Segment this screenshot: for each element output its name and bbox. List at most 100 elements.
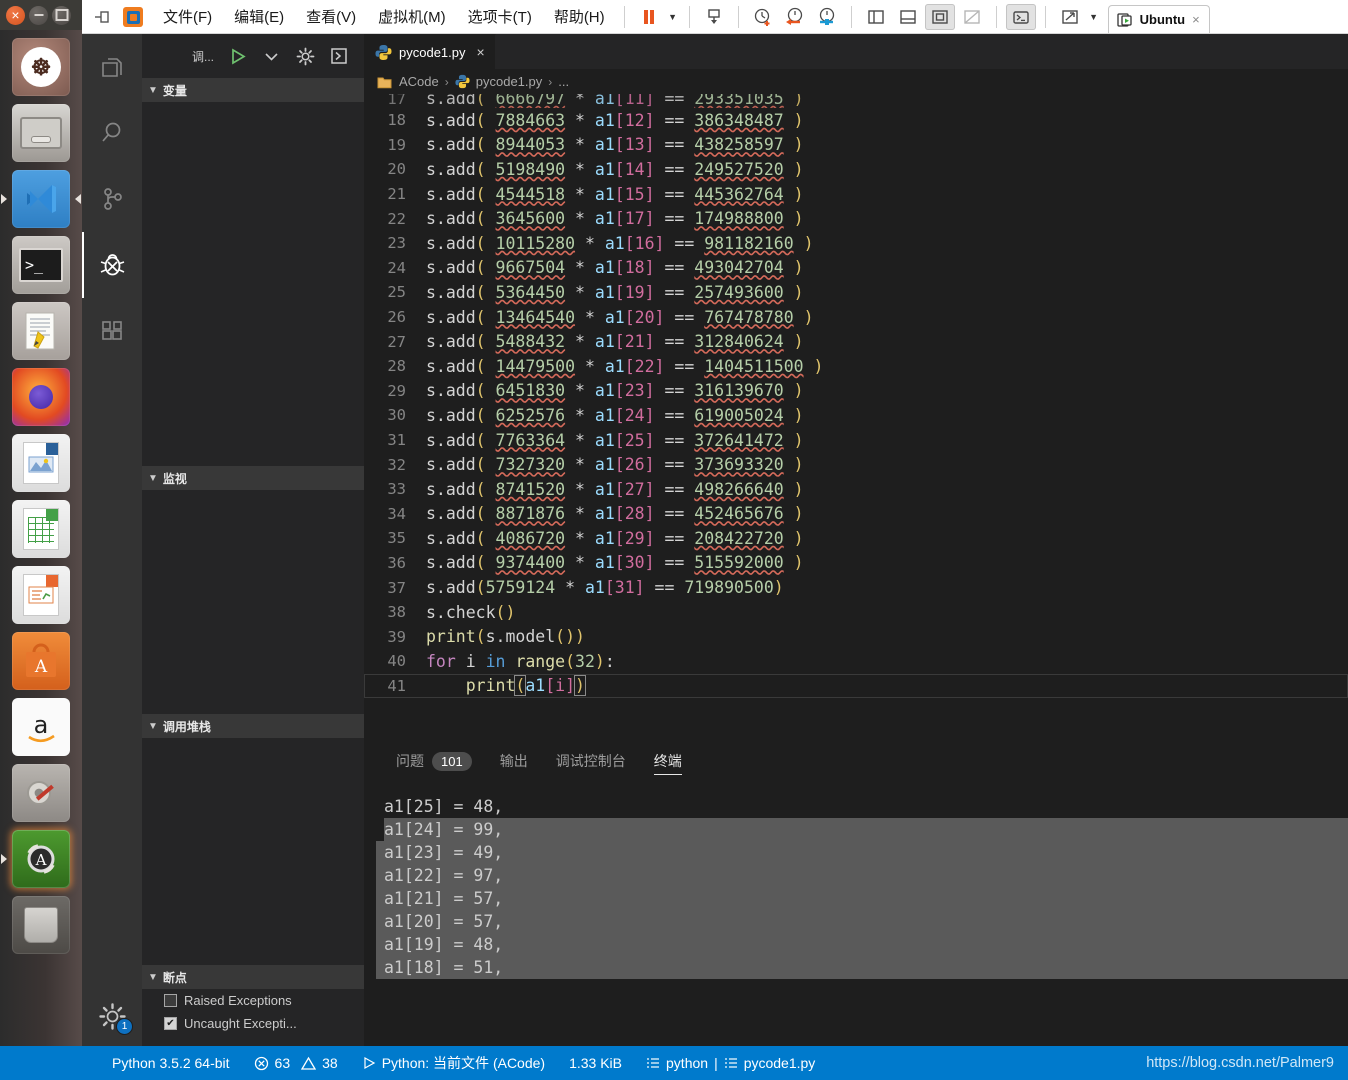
breakpoint-row[interactable]: Uncaught Excepti... — [142, 1012, 364, 1035]
maximize-button[interactable] — [52, 5, 71, 25]
suspend-icon[interactable] — [634, 4, 664, 30]
launcher-item-software-updater[interactable]: A — [12, 830, 70, 888]
code-line[interactable]: 22 s.add( 3645600 * a1[17] == 174988800 ) — [364, 206, 1348, 231]
launcher-item-libreoffice-calc[interactable] — [12, 500, 70, 558]
launcher-item-firefox[interactable] — [12, 368, 70, 426]
menu-view[interactable]: 查看(V) — [295, 2, 367, 31]
code-line[interactable]: 21 s.add( 4544518 * a1[15] == 445362764 ) — [364, 182, 1348, 207]
panel-tab-debug-console[interactable]: 调试控制台 — [542, 739, 640, 783]
code-line[interactable]: 31 s.add( 7763364 * a1[25] == 372641472 ) — [364, 428, 1348, 453]
launcher-item-text-editor[interactable] — [12, 302, 70, 360]
launcher-item-files[interactable] — [12, 104, 70, 162]
sidebar-layout-icon[interactable] — [861, 4, 891, 30]
launcher-item-trash[interactable] — [12, 896, 70, 954]
unpin-sidebar-icon[interactable] — [90, 4, 116, 30]
section-header-variables[interactable]: ▼ 变量 — [142, 78, 364, 102]
code-line[interactable]: 29 s.add( 6451830 * a1[23] == 316139670 ) — [364, 379, 1348, 404]
terminal-output[interactable]: a1[25] = 48, a1[24] = 99, a1[23] = 49, a1[2… — [364, 783, 1348, 979]
code-line[interactable]: 26 s.add( 13464540 * a1[20] == 767478780 … — [364, 305, 1348, 330]
breakpoint-checkbox[interactable] — [164, 994, 177, 1007]
status-filesize[interactable]: 1.33 KiB — [557, 1055, 634, 1071]
activity-item-search[interactable] — [82, 100, 142, 166]
snapshot-revert-icon[interactable] — [780, 4, 810, 30]
code-line[interactable]: 35 s.add( 4086720 * a1[29] == 208422720 ) — [364, 526, 1348, 551]
libreoffice-calc-icon — [23, 508, 59, 550]
breadcrumb-folder[interactable]: ACode — [399, 74, 439, 89]
bottom-layout-icon[interactable] — [893, 4, 923, 30]
snapshot-manager-icon[interactable] — [812, 4, 842, 30]
status-run-config[interactable]: Python: 当前文件 (ACode) — [350, 1053, 557, 1073]
stretch-dropdown-caret[interactable]: ▼ — [1086, 4, 1102, 30]
code-line[interactable]: 30 s.add( 6252576 * a1[24] == 619005024 ) — [364, 403, 1348, 428]
launcher-item-vscode[interactable] — [12, 170, 70, 228]
code-line[interactable]: 20 s.add( 5198490 * a1[14] == 249527520 ) — [364, 157, 1348, 182]
debug-config-label[interactable]: 调... — [192, 48, 214, 65]
minimize-button[interactable] — [29, 5, 48, 25]
code-line[interactable]: 36 s.add( 9374400 * a1[30] == 515592000 ) — [364, 551, 1348, 576]
activity-item-manage[interactable]: 1 — [82, 986, 142, 1046]
panel-tab-terminal[interactable]: 终端 — [640, 739, 696, 783]
code-line[interactable]: 25 s.add( 5364450 * a1[19] == 257493600 ) — [364, 280, 1348, 305]
status-language[interactable]: python | pycode1.py — [634, 1055, 827, 1071]
debug-config-dropdown[interactable] — [254, 42, 288, 70]
launcher-item-libreoffice-draw[interactable] — [12, 434, 70, 492]
debug-start-button[interactable] — [220, 42, 254, 70]
code-line[interactable]: 37 s.add(5759124 * a1[31] == 719890500) — [364, 575, 1348, 600]
code-line[interactable]: 34 s.add( 8871876 * a1[28] == 452465676 ) — [364, 502, 1348, 527]
code-editor[interactable]: 17 s.add( 6666797 * a1[11] == 293351035 )… — [364, 94, 1348, 739]
section-header-breakpoints[interactable]: ▼ 断点 — [142, 965, 364, 989]
launcher-item-amazon[interactable]: a — [12, 698, 70, 756]
breadcrumb-file[interactable]: pycode1.py — [476, 74, 543, 89]
code-line[interactable]: 24 s.add( 9667504 * a1[18] == 493042704 ) — [364, 256, 1348, 281]
code-line[interactable]: 40 for i in range(32): — [364, 649, 1348, 674]
launcher-item-libreoffice-impress[interactable] — [12, 566, 70, 624]
status-problems[interactable]: 63 38 — [242, 1055, 350, 1071]
editor-tab-pycode1[interactable]: pycode1.py × — [364, 34, 496, 69]
section-header-watch[interactable]: ▼ 监视 — [142, 466, 364, 490]
breadcrumb-more[interactable]: ... — [558, 74, 569, 89]
code-line[interactable]: 19 s.add( 8944053 * a1[13] == 438258597 ) — [364, 133, 1348, 158]
console-icon[interactable] — [1005, 3, 1036, 30]
close-icon[interactable]: × — [477, 44, 485, 60]
breakpoint-checkbox[interactable] — [164, 1017, 177, 1030]
close-button[interactable] — [6, 5, 25, 25]
launcher-item-system-settings[interactable] — [12, 764, 70, 822]
snapshot-take-icon[interactable] — [748, 4, 778, 30]
code-line[interactable]: 41 print(a1[i]) — [364, 674, 1348, 699]
code-line[interactable]: 33 s.add( 8741520 * a1[27] == 498266640 ) — [364, 477, 1348, 502]
breakpoint-row[interactable]: Raised Exceptions — [142, 989, 364, 1012]
activity-item-explorer[interactable] — [82, 34, 142, 100]
code-line[interactable]: 38 s.check() — [364, 600, 1348, 625]
code-line[interactable]: 18 s.add( 7884663 * a1[12] == 386348487 ) — [364, 108, 1348, 133]
launcher-item-ubuntu-software[interactable]: A — [12, 632, 70, 690]
unity-mode-icon[interactable] — [957, 4, 987, 30]
panel-tab-problems[interactable]: 问题 101 — [382, 739, 486, 783]
code-line[interactable]: 17 s.add( 6666797 * a1[11] == 293351035 ) — [364, 94, 1348, 108]
activity-item-debug[interactable] — [82, 232, 142, 298]
section-header-callstack[interactable]: ▼ 调用堆栈 — [142, 714, 364, 738]
code-line[interactable]: 28 s.add( 14479500 * a1[22] == 1404511500… — [364, 354, 1348, 379]
code-line[interactable]: 27 s.add( 5488432 * a1[21] == 312840624 ) — [364, 329, 1348, 354]
debug-settings-button[interactable] — [288, 42, 322, 70]
stretch-icon[interactable] — [1055, 4, 1085, 30]
launcher-item-ubuntu-dash[interactable]: ☸ — [12, 38, 70, 96]
menu-file[interactable]: 文件(F) — [152, 2, 223, 31]
launcher-item-terminal[interactable]: >_ — [12, 236, 70, 294]
code-line[interactable]: 23 s.add( 10115280 * a1[16] == 981182160 … — [364, 231, 1348, 256]
power-icon[interactable] — [699, 4, 729, 30]
menu-edit[interactable]: 编辑(E) — [223, 2, 295, 31]
menu-help[interactable]: 帮助(H) — [543, 2, 616, 31]
activity-item-source-control[interactable] — [82, 166, 142, 232]
open-debug-console-button[interactable] — [322, 42, 356, 70]
status-python-version[interactable]: Python 3.5.2 64-bit — [100, 1055, 242, 1071]
activity-item-extensions[interactable] — [82, 298, 142, 364]
suspend-dropdown-caret[interactable]: ▼ — [665, 4, 681, 30]
vm-tab-close-icon[interactable]: × — [1192, 12, 1200, 27]
panel-tab-output[interactable]: 输出 — [486, 739, 542, 783]
code-line[interactable]: 39 print(s.model()) — [364, 624, 1348, 649]
menu-tabs[interactable]: 选项卡(T) — [457, 2, 543, 31]
fullscreen-icon[interactable] — [924, 3, 955, 30]
vm-tab-ubuntu[interactable]: Ubuntu × — [1107, 5, 1210, 33]
code-line[interactable]: 32 s.add( 7327320 * a1[26] == 373693320 ) — [364, 452, 1348, 477]
menu-vm[interactable]: 虚拟机(M) — [367, 2, 457, 31]
